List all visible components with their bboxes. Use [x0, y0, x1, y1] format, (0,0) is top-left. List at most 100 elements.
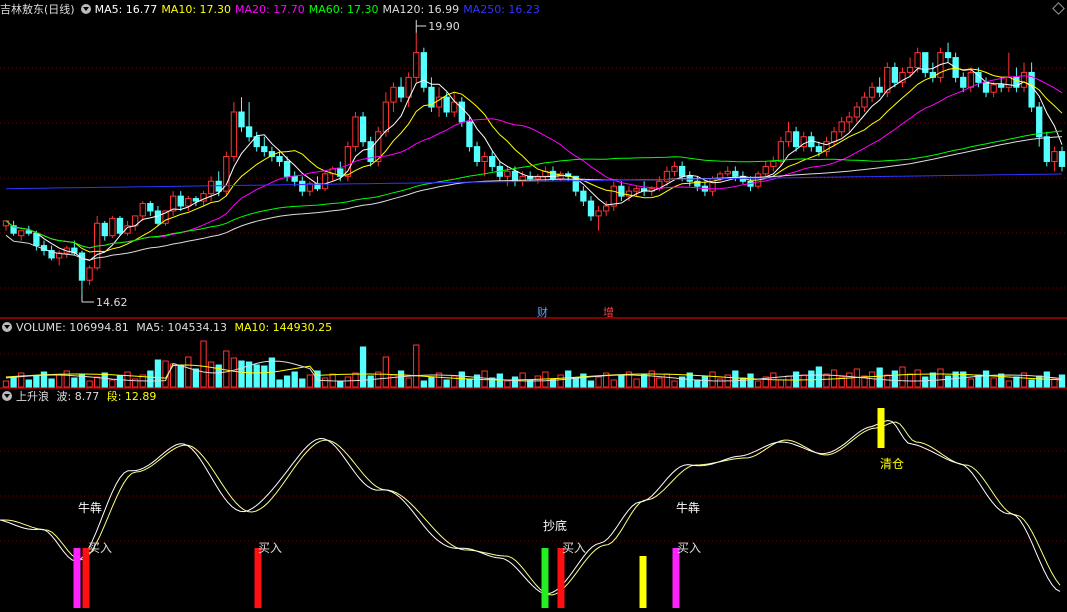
high-price-label: 19.90	[428, 20, 460, 33]
candle-body	[906, 66, 914, 73]
candle-body	[770, 160, 777, 167]
volume-bar	[276, 379, 283, 388]
candle-body	[25, 230, 32, 234]
increase-marker: 增	[603, 305, 614, 319]
candle-body	[245, 126, 253, 138]
candle-body	[489, 156, 496, 167]
stock-chart[interactable]: 19.90 14.62 财 增牛犇买入 买入 抄底买入 牛犇买入 清仓	[0, 0, 1067, 612]
candle-body	[595, 210, 602, 217]
volume-bar	[177, 364, 184, 388]
candle-body	[147, 203, 154, 212]
volume-bar	[397, 370, 405, 388]
candle-body	[1020, 71, 1028, 88]
candle-body	[846, 116, 853, 123]
signal-label: 牛犇	[676, 500, 700, 515]
candle-body	[481, 156, 488, 162]
volume-bar	[610, 379, 617, 388]
volume-bar	[63, 370, 70, 388]
wave-line-duan	[0, 421, 1061, 596]
candle-body	[443, 96, 450, 113]
signal-bar	[541, 548, 549, 608]
candle-body	[86, 267, 93, 281]
signal-bar	[73, 548, 81, 608]
volume-bar	[86, 380, 93, 388]
candle-body	[990, 84, 997, 93]
volume-bar	[663, 373, 671, 388]
volume-bar	[1013, 376, 1020, 388]
volume-bar	[846, 372, 853, 388]
candle-body	[192, 198, 200, 202]
signal-label: 买入	[258, 541, 282, 555]
candle-body	[838, 121, 845, 133]
candle-body	[109, 217, 116, 237]
volume-bar	[739, 377, 747, 388]
volume-bar	[899, 366, 906, 388]
volume-bar	[207, 361, 215, 388]
volume-bar	[291, 371, 298, 388]
ma5-line	[5, 61, 1063, 261]
volume-bar	[785, 375, 792, 388]
candle-body	[321, 173, 329, 190]
volume-bar	[359, 346, 367, 388]
low-price-label: 14.62	[96, 296, 128, 309]
volume-bar	[587, 380, 595, 388]
volume-bar	[116, 375, 124, 388]
candle-body	[154, 210, 162, 224]
volume-bar	[56, 374, 63, 388]
candle-body	[868, 86, 876, 98]
candle-body	[914, 52, 921, 68]
volume-bar	[580, 373, 587, 388]
volume-bar	[306, 374, 314, 388]
volume-bar	[443, 379, 450, 388]
candle-body	[944, 52, 952, 59]
candle-body	[382, 101, 390, 133]
volume-bar	[261, 365, 268, 388]
volume-ma10: MA10: 144930.25	[234, 321, 333, 334]
candle-body	[283, 160, 291, 177]
wave-name: 上升浪	[16, 390, 49, 403]
volume-bar	[321, 377, 329, 388]
candle-body	[451, 101, 458, 113]
signal-label: 买入	[677, 541, 701, 555]
volume-bar	[534, 375, 541, 388]
candle-body	[413, 52, 420, 78]
volume-bar	[572, 377, 579, 388]
candle-body	[344, 146, 352, 177]
candle-body	[397, 86, 405, 98]
volume-bar	[800, 374, 807, 388]
candle-body	[724, 170, 731, 175]
volume-bar	[154, 359, 162, 388]
volume-bar	[648, 370, 655, 388]
signal-label: 清仓	[880, 457, 904, 471]
candle-body	[998, 84, 1005, 88]
volume-bar	[413, 344, 420, 388]
ma-legend-list: MA5: 16.77 MA10: 17.30 MA20: 17.70 MA60: 17…	[95, 3, 544, 16]
signal-bar	[82, 548, 90, 608]
collapse-icon[interactable]	[80, 4, 91, 14]
volume-bar	[990, 377, 997, 388]
volume-bar	[1036, 375, 1043, 388]
volume-bar	[694, 379, 701, 388]
collapse-icon[interactable]	[2, 391, 12, 401]
candle-body	[359, 116, 367, 143]
ma120-line	[5, 136, 1063, 261]
candle-body	[2, 220, 10, 227]
collapse-icon[interactable]	[2, 322, 12, 332]
volume-bar	[1058, 374, 1066, 388]
candle-body	[792, 131, 800, 148]
candle-body	[473, 146, 481, 162]
volume-bar	[420, 380, 428, 388]
volume-bar	[71, 377, 78, 388]
volume-bar	[230, 357, 238, 388]
candle-body	[1005, 76, 1012, 88]
volume-bar	[390, 374, 397, 388]
volume-bar	[914, 369, 921, 388]
candle-body	[960, 76, 967, 88]
ma-legend-1: MA10: 17.30	[161, 3, 232, 16]
volume-panel-legend: VOLUME: 106994.81 MA5: 104534.13 MA10: 1…	[0, 320, 336, 336]
volume-bar	[192, 368, 200, 388]
stock-name: 吉林敖东(日线)	[0, 3, 75, 16]
volume-bar	[337, 380, 344, 388]
volume-bar	[48, 378, 55, 388]
candle-body	[1051, 151, 1058, 162]
